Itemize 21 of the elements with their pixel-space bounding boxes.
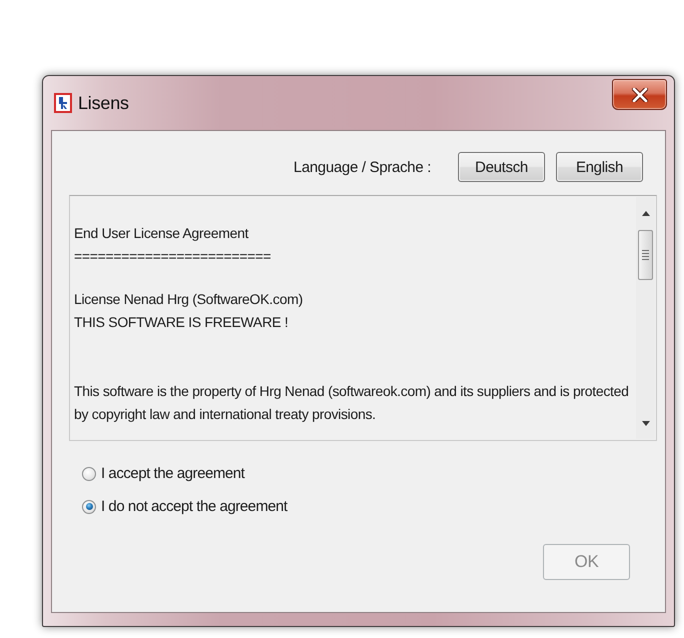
license-text: THIS SOFTWARE IS FREEWARE ! [74, 313, 290, 332]
radio-label[interactable]: I do not accept the agreement [101, 498, 288, 515]
language-button[interactable]: English [556, 152, 643, 182]
radio-button[interactable] [82, 500, 96, 514]
down-arrow-icon[interactable] [642, 421, 650, 426]
app-icon [54, 93, 72, 113]
license-text: End User License Agreement [74, 224, 250, 243]
scrollbar-thumb[interactable] [638, 230, 653, 280]
radio-label[interactable]: I accept the agreement [101, 465, 245, 482]
window-title: Lisens [78, 92, 129, 114]
scrollbar[interactable] [636, 197, 655, 439]
language-label: Language / Sprache : [294, 158, 431, 176]
close-button[interactable] [612, 79, 667, 110]
up-arrow-icon[interactable] [642, 211, 650, 216]
license-text: This software is the property of Hrg Nenad (softwareok.com) and its suppliers and is protected by copyright law and international treaty provisions. [74, 382, 630, 424]
license-text: License Nenad Hrg (SoftwareOK.com) [74, 290, 304, 309]
license-text: ========================= [74, 247, 272, 266]
language-button[interactable]: Deutsch [458, 152, 545, 182]
close-icon [632, 88, 648, 102]
license-text-area[interactable] [69, 195, 657, 441]
radio-button[interactable] [82, 466, 96, 480]
